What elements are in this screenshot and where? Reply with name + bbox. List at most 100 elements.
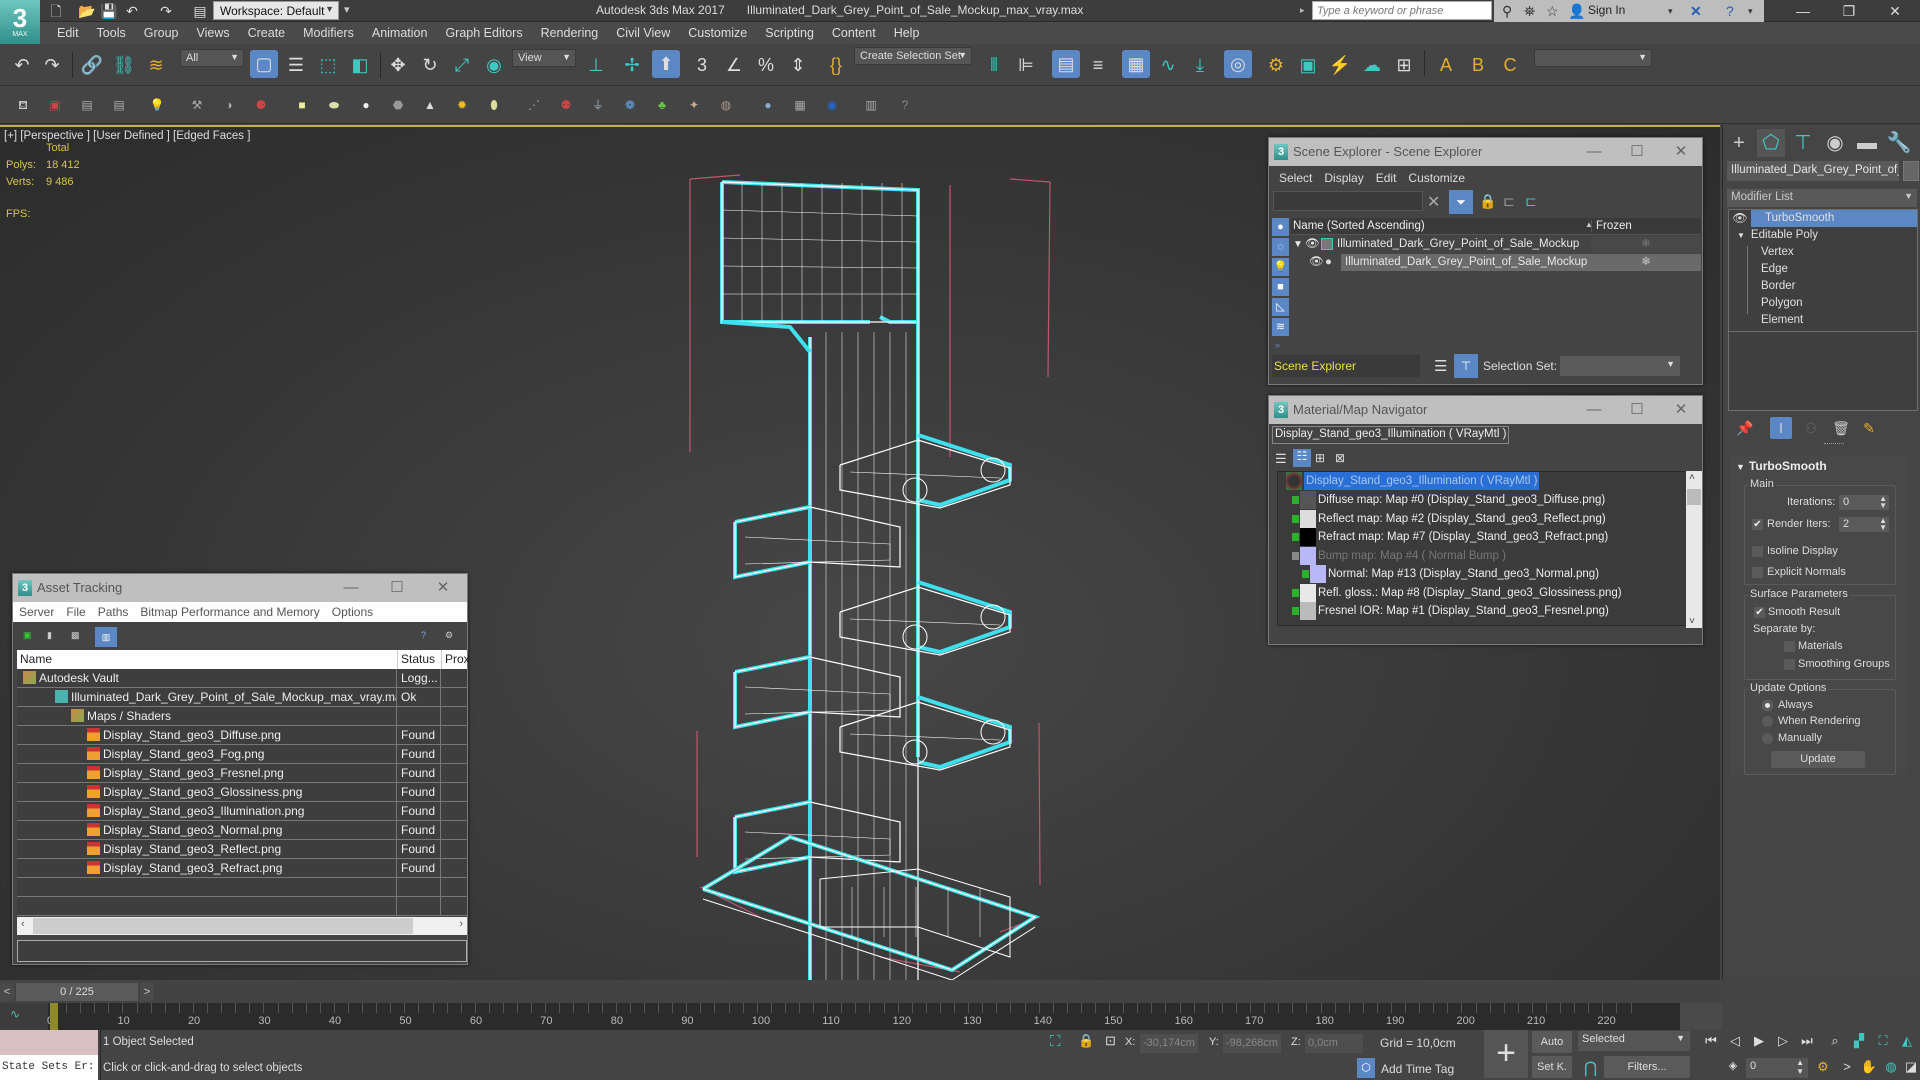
new-file-icon[interactable]: 🗋	[48, 3, 64, 19]
toggle-scene-explorer-icon[interactable]: ▤	[1052, 50, 1080, 78]
user-icon[interactable]: 👤	[1568, 3, 1585, 20]
clear-search-icon[interactable]: ✕	[1427, 192, 1440, 212]
explorer-name-field[interactable]: Scene Explorer	[1272, 355, 1420, 377]
at-table-view-icon[interactable]: ▥	[95, 627, 117, 647]
time-tag-icon[interactable]: ⬡	[1357, 1058, 1375, 1078]
minimize-icon[interactable]: —	[1574, 396, 1614, 424]
expand-triangle-icon[interactable]: ▼	[1293, 236, 1303, 253]
object-color-swatch[interactable]	[1903, 161, 1919, 181]
se-row[interactable]: ▼ 👁 Illuminated_Dark_Grey_Point_of_Sale_…	[1291, 236, 1701, 253]
vray-tool-icon[interactable]: ⚒	[188, 96, 206, 114]
display-shapes-icon[interactable]: ◌	[1272, 238, 1289, 256]
vray-last-vfb-icon[interactable]: ▤	[78, 96, 96, 114]
expand-sidebar-icon[interactable]: »	[1275, 340, 1280, 350]
render-iters-spinner[interactable]: 2 ▲ ▼	[1839, 517, 1889, 532]
toggle-layer-explorer-icon[interactable]: ≡	[1084, 51, 1112, 79]
undo-icon[interactable]: ↶	[8, 51, 36, 79]
smoothing-groups-checkbox[interactable]	[1784, 659, 1795, 670]
edit-named-selection-icon[interactable]: {}	[822, 51, 850, 79]
zoom-icon[interactable]: ⌕	[1824, 1033, 1846, 1049]
next-key-icon[interactable]: ▷	[1772, 1033, 1794, 1049]
remove-modifier-icon[interactable]: 🗑	[1830, 417, 1852, 439]
select-object-icon[interactable]: ▢	[250, 50, 278, 78]
motion-tab-icon[interactable]: ◉	[1821, 129, 1849, 157]
vray-sphere-icon[interactable]: ❁	[621, 96, 639, 114]
current-frame-marker[interactable]	[50, 1003, 58, 1030]
hierarchy-mode-icon[interactable]: ⊤	[1454, 354, 1478, 378]
bind-space-warp-icon[interactable]: ≋	[142, 51, 170, 79]
at-table-row[interactable]: Maps / Shaders	[17, 707, 467, 726]
vray-ies-light-icon[interactable]: ▲	[421, 96, 439, 114]
at-table-row[interactable]: Autodesk Vault Logg...	[17, 669, 467, 688]
help-search-input[interactable]: Type a keyword or phrase	[1312, 1, 1492, 20]
redo-icon[interactable]: ↷	[158, 3, 174, 19]
spinner-arrows-icon[interactable]: ▲ ▼	[1796, 1058, 1804, 1076]
at-table-row[interactable]: Display_Stand_geo3_Reflect.png Found	[17, 840, 467, 859]
at-table-row[interactable]: Display_Stand_geo3_Normal.png Found	[17, 821, 467, 840]
mirror-icon[interactable]: ⫴	[980, 51, 1008, 79]
reference-coordinate-dropdown[interactable]: View ▼	[512, 49, 576, 67]
stack-item-edge[interactable]: Edge	[1761, 261, 1788, 278]
zoom-extents-icon[interactable]: ⛶	[1872, 1033, 1894, 1049]
selection-set-dropdown[interactable]: ▼	[1560, 356, 1680, 376]
close-icon[interactable]: ✕	[1661, 396, 1701, 424]
menu-content[interactable]: Content	[823, 26, 885, 40]
stack-item-turbosmooth[interactable]: TurboSmooth	[1751, 210, 1917, 227]
vray-render-icon[interactable]: ▤	[110, 96, 128, 114]
at-table-row[interactable]: Display_Stand_geo3_Glossiness.png Found	[17, 783, 467, 802]
render-cloud-icon[interactable]: ☁	[1358, 51, 1386, 79]
view-large-icons-icon[interactable]: ⊠	[1335, 451, 1345, 465]
col-name-header[interactable]: Name (Sorted Ascending)	[1293, 220, 1425, 232]
vray-material-icon[interactable]: ⚈	[252, 96, 270, 114]
scroll-thumb[interactable]	[33, 918, 413, 934]
always-radio[interactable]	[1762, 700, 1773, 711]
at-menu-bitmap-performance[interactable]: Bitmap Performance and Memory	[134, 605, 325, 619]
place-icon[interactable]: ◉	[480, 51, 508, 79]
create-selection-set-dropdown[interactable]: Create Selection Set ▼	[854, 47, 972, 65]
material-navigator-titlebar[interactable]: 3 Material/Map Navigator — ☐ ✕	[1269, 396, 1702, 424]
at-menu-options[interactable]: Options	[326, 605, 379, 619]
window-crossing-icon[interactable]: ◧	[346, 51, 374, 79]
favorites-star-icon[interactable]: ☆	[1546, 3, 1559, 20]
curve-editor-icon[interactable]: ∿	[1154, 51, 1182, 79]
y-coordinate-field[interactable]: -98,268cm	[1223, 1034, 1281, 1053]
se-search-input[interactable]	[1273, 191, 1423, 211]
prev-frame-icon[interactable]: <	[0, 983, 14, 1001]
selection-lock-icon[interactable]: 🔒	[1078, 1033, 1094, 1049]
next-frame-icon[interactable]: >	[140, 983, 154, 1001]
utilities-tab-icon[interactable]: 🔧	[1885, 129, 1913, 157]
display-spacewarps-icon[interactable]: ≋	[1272, 318, 1289, 336]
menu-civil-view[interactable]: Civil View	[607, 26, 679, 40]
material-editor-icon[interactable]: ◎	[1224, 50, 1252, 78]
at-table-row[interactable]: Display_Stand_geo3_Fresnel.png Found	[17, 764, 467, 783]
align-icon[interactable]: ⊫	[1012, 51, 1040, 79]
menu-customize[interactable]: Customize	[679, 26, 756, 40]
snaps-toggle-icon[interactable]: 3	[688, 51, 716, 79]
vray-plane-icon[interactable]: ⏚	[589, 96, 607, 114]
at-options-icon[interactable]: ⚙	[445, 630, 453, 641]
key-mode-toggle-icon[interactable]: ◈	[1722, 1059, 1744, 1072]
at-help-icon[interactable]: ?	[421, 630, 426, 640]
at-horizontal-scrollbar[interactable]: ‹ ›	[17, 917, 467, 935]
curve-editor-toggle-icon[interactable]: ∿	[0, 1003, 48, 1030]
modifier-list-dropdown[interactable]: Modifier List ▼	[1727, 189, 1917, 207]
se-menu-edit[interactable]: Edit	[1370, 171, 1403, 185]
update-button[interactable]: Update	[1771, 751, 1865, 768]
field-of-view-icon[interactable]: ◭	[1896, 1033, 1918, 1049]
close-icon[interactable]: ✕	[1661, 138, 1701, 166]
project-folder-icon[interactable]: ▤	[192, 3, 208, 19]
minimize-icon[interactable]: —	[1574, 138, 1614, 166]
go-to-start-icon[interactable]: ⏮	[1700, 1033, 1722, 1049]
col-proxy-header[interactable]: Prox	[445, 650, 470, 669]
view-list-icon[interactable]: ☰	[1275, 451, 1287, 467]
vray-plane-light-icon[interactable]: ■	[293, 96, 311, 114]
scroll-up-icon[interactable]: ˄	[1689, 472, 1695, 483]
asset-tracking-titlebar[interactable]: 3 Asset Tracking — ☐ ✕	[13, 574, 467, 602]
maxscript-listener-input[interactable]: State Sets Er:	[0, 1055, 98, 1080]
menu-tools[interactable]: Tools	[88, 26, 135, 40]
time-configuration-icon[interactable]: ⚙	[1812, 1059, 1834, 1075]
display-geometry-icon[interactable]: ●	[1272, 218, 1289, 236]
vray-sun-icon[interactable]: ✹	[453, 96, 471, 114]
spinner-arrows-icon[interactable]: ▲ ▼	[1879, 517, 1887, 532]
at-table-row[interactable]: Display_Stand_geo3_Illumination.png Found	[17, 802, 467, 821]
